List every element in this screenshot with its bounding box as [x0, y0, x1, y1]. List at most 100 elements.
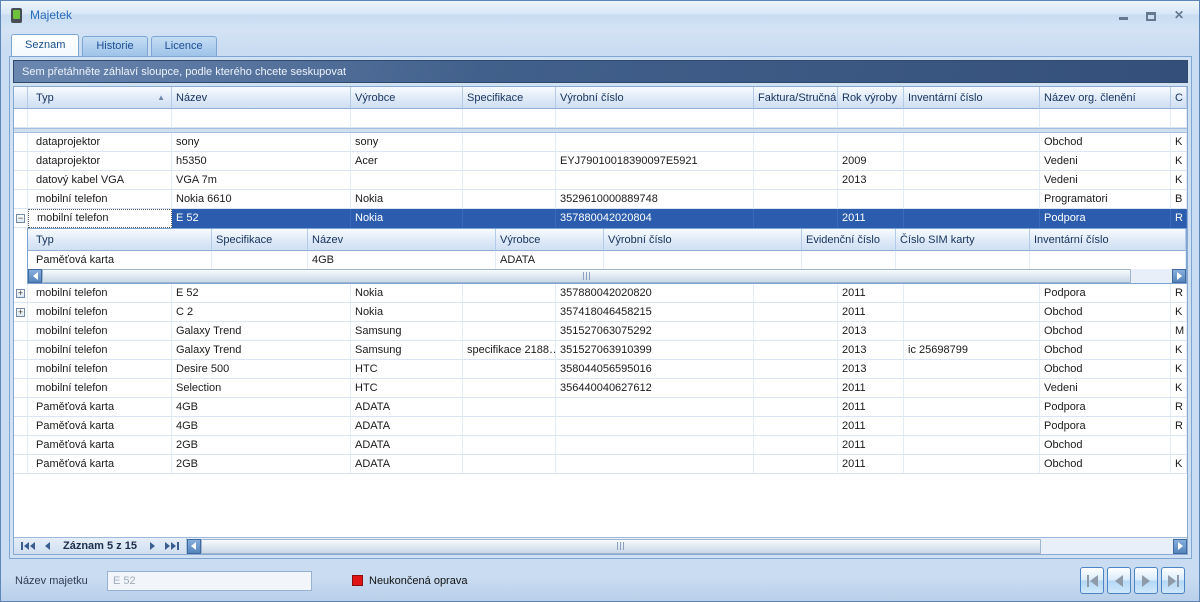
grid-cell[interactable] — [754, 455, 838, 474]
grid-cell[interactable]: 2011 — [838, 417, 904, 436]
grid-cell[interactable] — [754, 284, 838, 303]
detail-h-scrollbar-left-arrow[interactable] — [28, 269, 42, 283]
expand-row-icon[interactable]: + — [16, 308, 25, 317]
grid-cell[interactable]: specifikace 2188… — [463, 341, 556, 360]
grid-cell[interactable] — [556, 171, 754, 190]
detail-grid-cell[interactable]: 4GB — [308, 251, 496, 269]
grid-cell[interactable]: Samsung — [351, 341, 463, 360]
grid-cell[interactable]: Obchod — [1040, 360, 1171, 379]
detail-column-header-7[interactable]: Inventární číslo — [1030, 229, 1186, 251]
grid-column-header-7[interactable]: Inventární číslo — [904, 87, 1040, 109]
grid-row[interactable]: mobilní telefonGalaxy TrendSamsung351527… — [14, 322, 1187, 341]
grid-cell[interactable] — [904, 133, 1040, 152]
grid-cell[interactable] — [556, 133, 754, 152]
grid-column-header-6[interactable]: Rok výroby — [838, 87, 904, 109]
grid-column-header-2[interactable]: Výrobce — [351, 87, 463, 109]
grid-cell[interactable]: Selection — [172, 379, 351, 398]
grid-cell[interactable]: mobilní telefon — [28, 284, 172, 303]
grid-cell[interactable]: 351527063910399 — [556, 341, 754, 360]
grid-cell[interactable]: M — [1171, 322, 1187, 341]
grid-cell[interactable]: Obchod — [1040, 322, 1171, 341]
grid-cell[interactable] — [904, 284, 1040, 303]
grid-cell[interactable]: R — [1171, 398, 1187, 417]
grid-cell[interactable] — [904, 436, 1040, 455]
grid-cell[interactable]: 357418046458215 — [556, 303, 754, 322]
grid-cell[interactable] — [904, 417, 1040, 436]
grid-row[interactable]: dataprojektorh5350AcerEYJ79010018390097E… — [14, 152, 1187, 171]
grid-cell[interactable] — [556, 109, 754, 128]
grid-cell[interactable]: VGA 7m — [172, 171, 351, 190]
grid-cell[interactable] — [754, 322, 838, 341]
grid-cell[interactable]: 358044056595016 — [556, 360, 754, 379]
grid-cell[interactable]: Obchod — [1040, 341, 1171, 360]
grid-cell[interactable]: Obchod — [1040, 303, 1171, 322]
nav-next-button[interactable] — [1134, 567, 1158, 594]
grid-cell[interactable] — [904, 190, 1040, 209]
record-first-button[interactable] — [16, 538, 40, 554]
grid-cell[interactable] — [556, 398, 754, 417]
detail-grid-row[interactable]: Paměťová karta 4GBADATA — [28, 251, 1186, 269]
grid-column-header-0[interactable]: Typ▲ — [28, 87, 172, 109]
grid-cell[interactable]: Paměťová karta — [28, 455, 172, 474]
grid-cell[interactable]: 2013 — [838, 322, 904, 341]
detail-grid-cell[interactable] — [212, 251, 308, 269]
nav-first-button[interactable] — [1080, 567, 1104, 594]
grid-cell[interactable] — [463, 209, 556, 228]
grid-row[interactable]: mobilní telefonDesire 500HTC358044056595… — [14, 360, 1187, 379]
grid-row[interactable]: datový kabel VGAVGA 7m2013VedeniK — [14, 171, 1187, 190]
row-indicator[interactable]: + — [14, 303, 28, 322]
grid-cell[interactable]: K — [1171, 341, 1187, 360]
detail-grid-cell[interactable]: Paměťová karta — [28, 251, 212, 269]
detail-grid-cell[interactable]: ADATA — [496, 251, 604, 269]
grid-cell[interactable]: mobilní telefon — [28, 360, 172, 379]
detail-column-header-1[interactable]: Specifikace — [212, 229, 308, 251]
grid-cell[interactable] — [754, 379, 838, 398]
minimize-button[interactable] — [1113, 8, 1133, 23]
grid-cell[interactable] — [351, 171, 463, 190]
grid-cell[interactable] — [754, 190, 838, 209]
detail-column-header-6[interactable]: Číslo SIM karty — [896, 229, 1030, 251]
grid-cell[interactable]: Acer — [351, 152, 463, 171]
grid-cell[interactable]: mobilní telefon — [28, 379, 172, 398]
grid-h-scrollbar-track[interactable] — [1041, 539, 1173, 554]
grid-cell[interactable]: Desire 500 — [172, 360, 351, 379]
grid-cell[interactable] — [754, 109, 838, 128]
grid-cell[interactable]: 2011 — [838, 398, 904, 417]
grid-column-header-4[interactable]: Výrobní číslo — [556, 87, 754, 109]
detail-h-scrollbar-right-arrow[interactable] — [1172, 269, 1186, 283]
grid-cell[interactable]: 2011 — [838, 455, 904, 474]
grid-cell[interactable]: 2009 — [838, 152, 904, 171]
grid-cell[interactable]: h5350 — [172, 152, 351, 171]
grid-cell[interactable] — [463, 171, 556, 190]
grid-cell[interactable]: Galaxy Trend — [172, 322, 351, 341]
grid-cell[interactable]: 2011 — [838, 303, 904, 322]
grid-cell[interactable]: sony — [172, 133, 351, 152]
grid-cell[interactable] — [904, 209, 1040, 228]
grid-row[interactable] — [14, 109, 1187, 128]
detail-column-header-0[interactable]: Typ — [28, 229, 212, 251]
grid-column-header-5[interactable]: Faktura/Stručná — [754, 87, 838, 109]
grid-cell[interactable] — [463, 360, 556, 379]
grid-cell[interactable]: datový kabel VGA — [28, 171, 172, 190]
grid-cell[interactable]: K — [1171, 455, 1187, 474]
grid-cell[interactable]: R — [1171, 209, 1187, 228]
grid-cell[interactable] — [463, 455, 556, 474]
tab-licence[interactable]: Licence — [151, 36, 217, 56]
group-by-bar[interactable]: Sem přetáhněte záhlaví sloupce, podle kt… — [13, 60, 1188, 83]
grid-cell[interactable] — [1040, 109, 1171, 128]
grid-cell[interactable] — [904, 379, 1040, 398]
grid-cell[interactable]: 2013 — [838, 360, 904, 379]
grid-cell[interactable] — [463, 417, 556, 436]
grid-cell[interactable]: Obchod — [1040, 436, 1171, 455]
grid-cell[interactable]: mobilní telefon — [28, 341, 172, 360]
grid-cell[interactable] — [754, 152, 838, 171]
grid-cell[interactable]: Podpora — [1040, 209, 1171, 228]
grid-cell[interactable] — [904, 171, 1040, 190]
grid-cell[interactable]: Podpora — [1040, 398, 1171, 417]
grid-cell[interactable]: Nokia — [351, 284, 463, 303]
grid-cell[interactable] — [1171, 109, 1187, 128]
detail-column-header-3[interactable]: Výrobce — [496, 229, 604, 251]
grid-cell[interactable]: 4GB — [172, 398, 351, 417]
detail-column-header-5[interactable]: Evidenční číslo — [802, 229, 896, 251]
grid-cell[interactable]: Paměťová karta — [28, 436, 172, 455]
